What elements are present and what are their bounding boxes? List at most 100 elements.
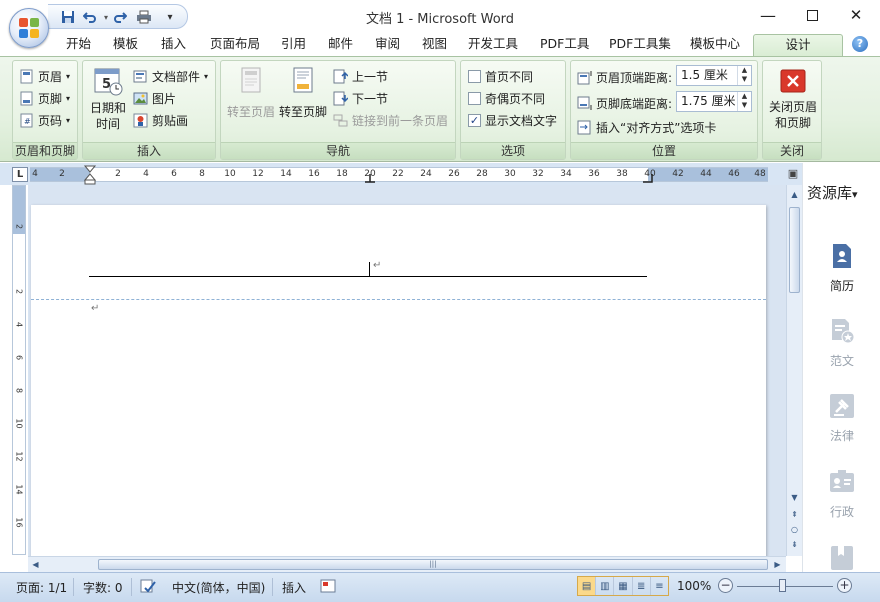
- horizontal-ruler[interactable]: 4 2 2 4 6 8 10 12 14 16 18 20 22 24 26 2…: [30, 165, 768, 185]
- zoom-level[interactable]: 100%: [677, 579, 711, 593]
- tab-design[interactable]: 设计: [753, 34, 843, 58]
- page-number-icon: #: [19, 113, 34, 128]
- tab-developer[interactable]: 开发工具: [468, 34, 518, 56]
- vertical-ruler[interactable]: 2 2 4 6 8 10 12 14 16: [12, 185, 26, 555]
- vertical-scrollbar[interactable]: ▲ ▼ ⇞ ○ ⇟: [786, 185, 802, 556]
- ruler-tick: 4: [143, 169, 149, 179]
- gavel-icon: [829, 393, 855, 419]
- side-item-law[interactable]: 法律: [803, 393, 880, 444]
- tab-templates[interactable]: 模板: [113, 34, 138, 56]
- footer-button[interactable]: 页脚 ▾: [19, 90, 70, 107]
- word-count[interactable]: 字数: 0: [83, 579, 123, 596]
- tab-selector[interactable]: L: [12, 167, 28, 182]
- indent-marker-icon[interactable]: [84, 165, 96, 185]
- scroll-up-icon[interactable]: ▲: [787, 187, 802, 202]
- maximize-button[interactable]: [790, 0, 834, 30]
- scroll-down-icon[interactable]: ▼: [787, 490, 802, 505]
- header-position-icon: [577, 70, 592, 85]
- header-from-top-label: 页眉顶端距离:: [577, 69, 672, 86]
- ruler-row: L 4 2 2 4 6 8 10 12 14 16 18 20 22 24 26…: [0, 163, 802, 185]
- page-count[interactable]: 页面: 1/1: [16, 579, 67, 596]
- browse-object-icon[interactable]: ○: [787, 522, 802, 537]
- close-window-button[interactable]: ✕: [834, 0, 878, 30]
- goto-footer-button[interactable]: 转至页脚: [277, 66, 329, 120]
- zoom-out-button[interactable]: −: [718, 578, 733, 593]
- side-item-administration[interactable]: 行政: [803, 469, 880, 520]
- scroll-thumb[interactable]: [789, 207, 800, 293]
- document-area[interactable]: ↵ ↵: [28, 185, 786, 556]
- right-tab-stop-icon[interactable]: [642, 174, 654, 183]
- tab-view[interactable]: 视图: [422, 34, 447, 56]
- resource-library-title[interactable]: 资源库▾: [807, 182, 858, 203]
- zoom-in-button[interactable]: +: [837, 578, 852, 593]
- minimize-button[interactable]: —: [746, 0, 790, 30]
- horizontal-scrollbar[interactable]: ◀ ||| ▶: [28, 556, 786, 572]
- bookmark-icon: [829, 545, 855, 571]
- document-star-icon: [829, 318, 855, 344]
- center-tab-stop-icon[interactable]: [364, 174, 376, 183]
- group-label: 导航: [221, 142, 455, 159]
- side-item-sample-essay[interactable]: 范文: [803, 318, 880, 369]
- body-paragraph-mark: ↵: [91, 303, 100, 314]
- tab-review[interactable]: 审阅: [375, 34, 400, 56]
- close-header-footer-button[interactable]: 关闭页眉 和页脚: [765, 69, 821, 131]
- tab-pdf-toolset[interactable]: PDF工具集: [609, 34, 671, 56]
- help-icon[interactable]: ?: [852, 36, 868, 52]
- show-document-text-checkbox[interactable]: ✓ 显示文档文字: [468, 112, 557, 129]
- previous-section-button[interactable]: 上一节: [333, 68, 388, 85]
- different-odd-even-checkbox[interactable]: 奇偶页不同: [468, 90, 545, 107]
- insert-alignment-tab-button[interactable]: 插入“对齐方式”选项卡: [577, 119, 716, 136]
- view-ruler-icon[interactable]: ▣: [786, 166, 800, 182]
- scroll-left-icon[interactable]: ◀: [28, 557, 43, 572]
- date-time-button[interactable]: 5 日期和 时间: [87, 66, 129, 132]
- draft-view-icon[interactable]: ≡: [651, 577, 668, 595]
- web-layout-icon[interactable]: ▦: [614, 577, 633, 595]
- ruler-tick: 2: [115, 169, 121, 179]
- header-button[interactable]: 页眉 ▾: [19, 68, 70, 85]
- quick-parts-button[interactable]: 文档部件 ▾: [133, 68, 208, 85]
- picture-button[interactable]: 图片: [133, 90, 176, 107]
- ruler-tick: 22: [392, 169, 404, 179]
- ruler-tick: 2: [14, 223, 24, 230]
- divider: [272, 578, 273, 596]
- text-cursor: [369, 262, 370, 276]
- tab-page-layout[interactable]: 页面布局: [210, 34, 260, 56]
- spin-arrows-icon[interactable]: ▲ ▼: [737, 92, 751, 111]
- language-indicator[interactable]: 中文(简体，中国): [172, 579, 265, 596]
- next-section-button[interactable]: 下一节: [333, 90, 388, 107]
- side-item-resume[interactable]: 简历: [803, 243, 880, 294]
- goto-header-button[interactable]: 转至页眉: [225, 66, 277, 120]
- header-from-top-input[interactable]: 1.5 厘米 ▲ ▼: [676, 65, 752, 86]
- tab-references[interactable]: 引用: [281, 34, 306, 56]
- link-to-previous-button[interactable]: 链接到前一条页眉: [333, 112, 448, 129]
- outline-view-icon[interactable]: ≣: [633, 577, 651, 595]
- previous-page-icon[interactable]: ⇞: [787, 507, 802, 522]
- different-first-page-checkbox[interactable]: 首页不同: [468, 68, 533, 85]
- office-button[interactable]: [9, 8, 49, 48]
- office-logo-icon: [19, 18, 39, 38]
- ruler-tick: 12: [14, 451, 24, 462]
- page-number-button[interactable]: # 页码 ▾: [19, 112, 70, 129]
- print-layout-view-icon[interactable]: ▤: [578, 577, 597, 595]
- spin-arrows-icon[interactable]: ▲ ▼: [737, 66, 751, 85]
- tab-pdf-tools[interactable]: PDF工具: [540, 34, 589, 56]
- tab-mailings[interactable]: 邮件: [328, 34, 353, 56]
- document-page[interactable]: ↵ ↵: [31, 205, 766, 556]
- tab-insert[interactable]: 插入: [161, 34, 186, 56]
- macro-record-icon[interactable]: [320, 579, 336, 596]
- ruler-tick: 16: [308, 169, 320, 179]
- view-buttons: ▤ ▥ ▦ ≣ ≡: [577, 576, 669, 596]
- quick-parts-icon: [133, 69, 148, 84]
- full-screen-reading-icon[interactable]: ▥: [596, 577, 615, 595]
- ruler-tick: 24: [420, 169, 432, 179]
- next-page-icon[interactable]: ⇟: [787, 537, 802, 552]
- spelling-check-icon[interactable]: [140, 579, 157, 597]
- insert-mode-indicator[interactable]: 插入: [282, 579, 306, 596]
- scroll-right-icon[interactable]: ▶: [770, 557, 785, 572]
- zoom-slider-thumb[interactable]: [779, 579, 786, 592]
- clip-art-button[interactable]: 剪贴画: [133, 112, 188, 129]
- footer-from-bottom-input[interactable]: 1.75 厘米 ▲ ▼: [676, 91, 752, 112]
- tab-template-center[interactable]: 模板中心: [690, 34, 740, 56]
- scroll-thumb[interactable]: |||: [98, 559, 768, 570]
- tab-home[interactable]: 开始: [66, 34, 91, 56]
